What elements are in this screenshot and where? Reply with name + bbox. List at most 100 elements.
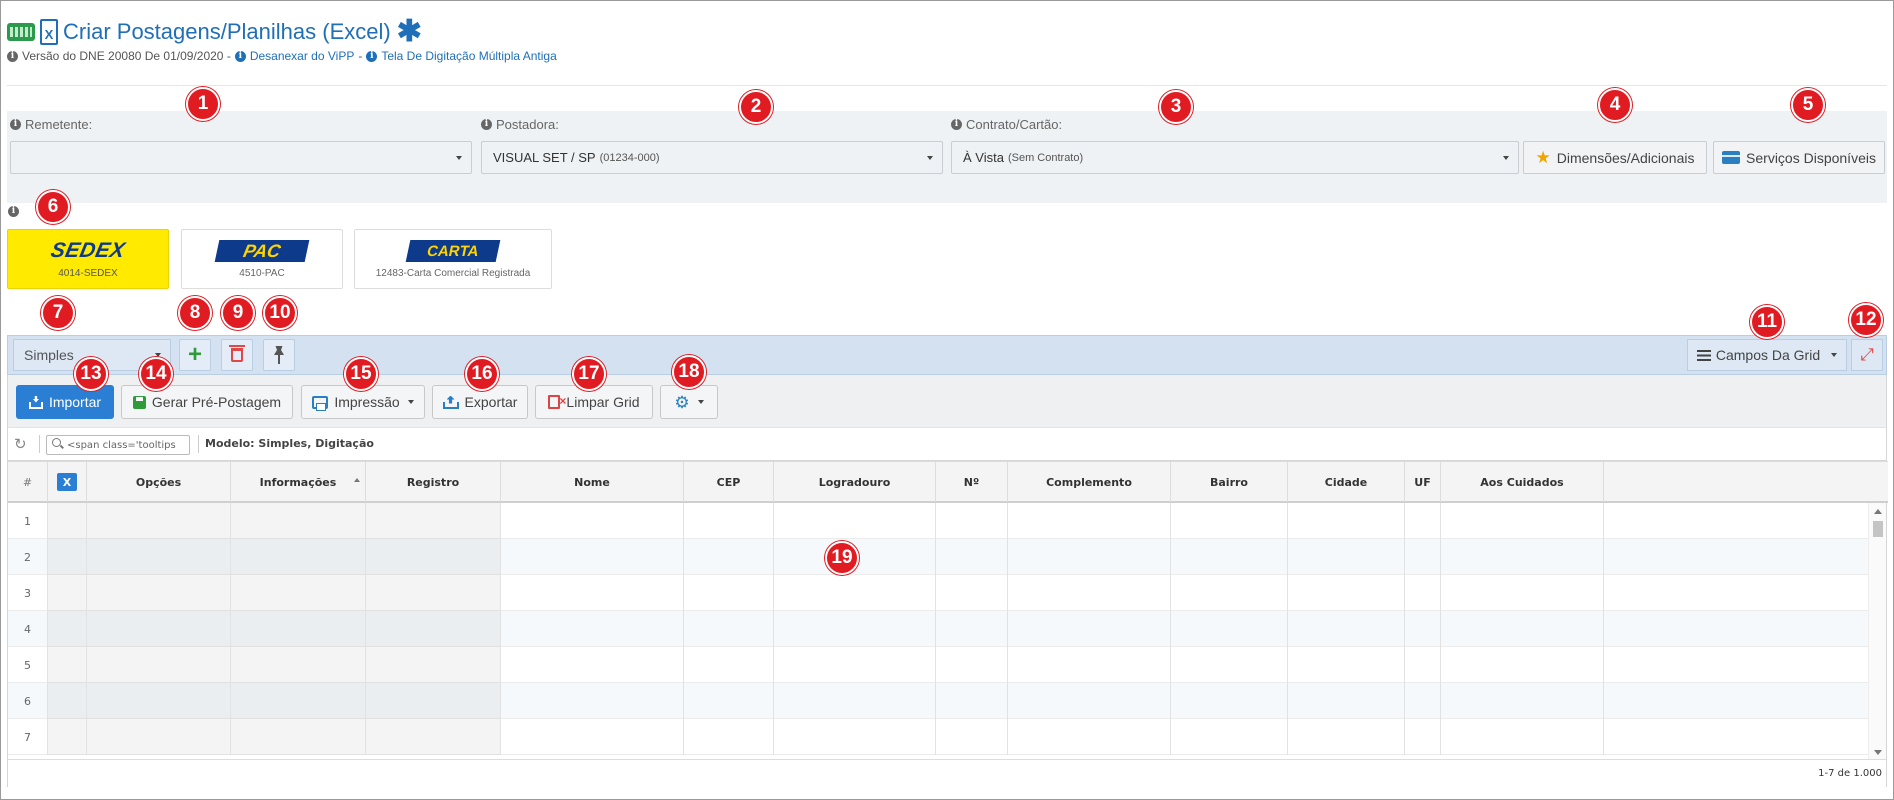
grid-cell[interactable]	[684, 647, 774, 683]
grid-cell[interactable]	[1288, 611, 1405, 647]
pin-button[interactable]	[263, 339, 295, 371]
table-row[interactable]: 2	[8, 539, 1870, 575]
grid-cell[interactable]	[684, 719, 774, 755]
grid-cell[interactable]	[684, 683, 774, 719]
grid-cell[interactable]	[936, 611, 1008, 647]
grid-cell[interactable]	[231, 503, 366, 539]
services-button[interactable]: Serviços Disponíveis	[1713, 141, 1885, 174]
grid-cell[interactable]	[774, 683, 936, 719]
grid-cell[interactable]	[1008, 503, 1171, 539]
grid-cell[interactable]	[1441, 719, 1604, 755]
table-row[interactable]: 4	[8, 611, 1870, 647]
table-row[interactable]: 1	[8, 503, 1870, 539]
service-card-pac[interactable]: PAC 4510-PAC	[181, 229, 343, 289]
keyboard-icon[interactable]	[7, 23, 35, 41]
grid-cell[interactable]	[501, 611, 684, 647]
grid-cell[interactable]	[1171, 719, 1288, 755]
grid-cell[interactable]	[774, 503, 936, 539]
grid-cell[interactable]	[1008, 719, 1171, 755]
grid-cell[interactable]	[1405, 539, 1441, 575]
grid-cell[interactable]	[1288, 503, 1405, 539]
grid-cell[interactable]	[1171, 611, 1288, 647]
grid-cell[interactable]	[1441, 539, 1604, 575]
grid-cell[interactable]	[48, 575, 87, 611]
column-header-bairro[interactable]: Bairro	[1171, 462, 1288, 502]
column-header-informacoes[interactable]: Informações	[231, 462, 366, 502]
grid-cell[interactable]	[1441, 647, 1604, 683]
grid-cell[interactable]	[1405, 575, 1441, 611]
column-header-logradouro[interactable]: Logradouro	[774, 462, 936, 502]
grid-cell[interactable]	[684, 539, 774, 575]
column-header-cep[interactable]: CEP	[684, 462, 774, 502]
grid-cell[interactable]	[1441, 683, 1604, 719]
grid-cell[interactable]	[87, 575, 231, 611]
grid-cell[interactable]	[1008, 539, 1171, 575]
delete-row-button[interactable]	[221, 339, 253, 371]
grid-cell[interactable]	[366, 503, 501, 539]
grid-cell[interactable]	[87, 683, 231, 719]
scroll-down-icon[interactable]	[1874, 750, 1882, 755]
grid-cell[interactable]	[87, 611, 231, 647]
poster-select[interactable]: VISUAL SET / SP (01234-000)	[481, 141, 943, 174]
column-header-aos-cuidados[interactable]: Aos Cuidados	[1441, 462, 1604, 502]
grid-cell[interactable]	[1405, 611, 1441, 647]
grid-cell[interactable]	[936, 683, 1008, 719]
grid-cell[interactable]	[1405, 503, 1441, 539]
dimensions-button[interactable]: ★ Dimensões/Adicionais	[1523, 141, 1707, 174]
grid-cell[interactable]	[48, 611, 87, 647]
column-header-numero[interactable]: Nº	[936, 462, 1008, 502]
table-row[interactable]: 3	[8, 575, 1870, 611]
grid-cell[interactable]	[48, 503, 87, 539]
asterisk-icon[interactable]: ✱	[397, 17, 422, 47]
grid-cell[interactable]	[1171, 683, 1288, 719]
grid-cell[interactable]	[231, 647, 366, 683]
table-row[interactable]: 7	[8, 719, 1870, 755]
grid-cell[interactable]	[87, 539, 231, 575]
grid-cell[interactable]	[684, 575, 774, 611]
grid-cell[interactable]	[1288, 719, 1405, 755]
grid-cell[interactable]	[231, 611, 366, 647]
grid-cell[interactable]	[501, 683, 684, 719]
grid-cell[interactable]	[936, 539, 1008, 575]
grid-cell[interactable]	[1288, 683, 1405, 719]
grid-cell[interactable]	[501, 647, 684, 683]
grid-cell[interactable]	[936, 503, 1008, 539]
grid-cell[interactable]	[366, 575, 501, 611]
refresh-icon[interactable]: ↻	[14, 435, 27, 453]
clear-selection-badge[interactable]: X	[57, 473, 77, 491]
grid-cell[interactable]	[936, 647, 1008, 683]
sender-select[interactable]	[10, 141, 472, 174]
grid-cell[interactable]	[501, 503, 684, 539]
grid-cell[interactable]	[231, 683, 366, 719]
grid-cell[interactable]	[1008, 575, 1171, 611]
grid-cell[interactable]	[1008, 647, 1171, 683]
grid-cell[interactable]	[366, 539, 501, 575]
grid-cell[interactable]	[1441, 575, 1604, 611]
grid-cell[interactable]	[774, 575, 936, 611]
import-button[interactable]: Importar	[16, 385, 114, 419]
grid-cell[interactable]	[231, 575, 366, 611]
grid-cell[interactable]	[1288, 539, 1405, 575]
select-all-header[interactable]: X	[48, 462, 87, 502]
grid-cell[interactable]	[1008, 683, 1171, 719]
grid-cell[interactable]	[1288, 647, 1405, 683]
table-row[interactable]: 6	[8, 683, 1870, 719]
grid-cell[interactable]	[684, 611, 774, 647]
add-row-button[interactable]: +	[179, 339, 211, 371]
grid-cell[interactable]	[231, 539, 366, 575]
grid-scrollbar[interactable]	[1868, 503, 1886, 759]
grid-cell[interactable]	[87, 719, 231, 755]
contract-select[interactable]: À Vista (Sem Contrato)	[951, 141, 1519, 174]
column-header-opcoes[interactable]: Opções	[87, 462, 231, 502]
grid-cell[interactable]	[366, 647, 501, 683]
grid-cell[interactable]	[774, 647, 936, 683]
scroll-thumb[interactable]	[1873, 521, 1883, 537]
grid-cell[interactable]	[366, 719, 501, 755]
grid-cell[interactable]	[774, 719, 936, 755]
grid-fields-button[interactable]: Campos Da Grid	[1687, 339, 1847, 371]
old-screen-link[interactable]: Tela De Digitação Múltipla Antiga	[381, 49, 556, 63]
grid-cell[interactable]	[87, 647, 231, 683]
grid-search-input[interactable]: <span class='tooltips	[46, 435, 190, 455]
grid-cell[interactable]	[936, 719, 1008, 755]
grid-cell[interactable]	[1171, 575, 1288, 611]
